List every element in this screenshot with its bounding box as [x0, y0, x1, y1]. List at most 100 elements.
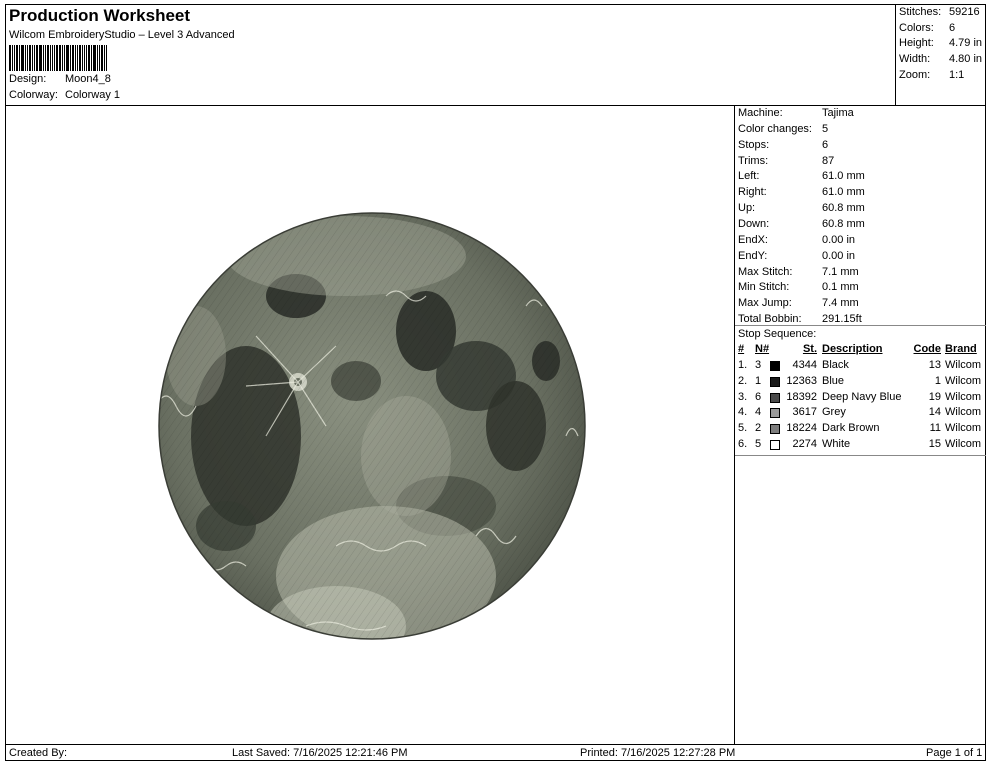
machine-info-label: Machine: [738, 107, 783, 119]
color-swatch-icon [770, 376, 780, 387]
machine-info-value: Tajima [822, 107, 854, 119]
machine-info-row: Color changes: 5 [738, 123, 828, 135]
row-description: Blue [822, 374, 845, 387]
machine-info-panel: Machine: Tajima Color changes: 5 Stops: 6 Trim… [734, 106, 986, 744]
machine-info-row: Trims: 87 [738, 155, 834, 167]
machine-info-label: Max Jump: [738, 297, 792, 310]
machine-info-row: Left: 61.0 mm [738, 170, 865, 182]
summary-label: Zoom: [899, 68, 931, 81]
summary-value: 4.80 in [949, 53, 983, 66]
design-preview-area [6, 106, 734, 744]
row-stitches: 2274 [792, 438, 817, 450]
summary-label: Width: [899, 53, 931, 66]
machine-info-label: Left: [738, 170, 760, 183]
machine-info-value: 291.15ft [822, 313, 862, 326]
summary-value: 59216 [949, 6, 980, 18]
row-index: 1. [738, 359, 748, 371]
row-code: 14 [928, 406, 941, 419]
last-saved: Last Saved: 7/16/2025 12:21:46 PM [232, 747, 408, 759]
machine-info-row: EndX: 0.00 in [738, 234, 855, 246]
machine-info-label: Max Stitch: [738, 265, 793, 278]
row-description: White [822, 438, 851, 450]
row-code: 19 [928, 390, 941, 403]
stop-sequence-row: 6. 5 2274 White 15 Wilcom [735, 438, 986, 454]
machine-info-label: Up: [738, 202, 756, 215]
row-description: Black [822, 359, 849, 371]
machine-info-label: Right: [738, 186, 767, 199]
row-brand: Wilcom [945, 390, 982, 403]
row-index: 3. [738, 390, 748, 403]
machine-info-row: Right: 61.0 mm [738, 186, 865, 198]
machine-info-value: 0.00 in [822, 249, 856, 262]
row-code: 1 [934, 374, 941, 387]
design-summary: Stitches: 59216 Colors: 6 Height: 4.79 in Widt… [895, 5, 986, 105]
row-description: Grey [822, 406, 846, 419]
machine-info-label: EndY: [738, 249, 768, 262]
stop-sequence-row: 3. 6 18392 Deep Navy Blue 19 Wilcom [735, 391, 986, 407]
machine-info-row: Machine: Tajima [738, 107, 854, 119]
stop-sequence-title: Stop Sequence: [738, 328, 817, 340]
row-index: 4. [738, 406, 748, 419]
row-needle: 3 [755, 359, 762, 371]
moon-features [159, 213, 585, 639]
barcode-icon [9, 45, 129, 71]
machine-info-value: 7.4 mm [822, 297, 859, 310]
machine-info-value: 5 [822, 122, 829, 135]
machine-info-value: 60.8 mm [822, 217, 865, 230]
row-brand: Wilcom [945, 438, 982, 450]
summary-value: 1:1 [949, 68, 965, 81]
row-brand: Wilcom [945, 422, 982, 435]
printed-date: Printed: 7/16/2025 12:27:28 PM [580, 747, 736, 759]
machine-info-row: Max Jump: 7.4 mm [738, 297, 859, 309]
stop-sequence-header: # N# St. Description Code Brand [735, 343, 986, 359]
software-name: Wilcom EmbroideryStudio – Level 3 Advanc… [9, 29, 235, 41]
machine-info-label: EndX: [738, 233, 768, 246]
machine-info-value: 6 [822, 138, 829, 151]
summary-row: Zoom: 1:1 [899, 69, 964, 81]
machine-info-label: Total Bobbin: [738, 313, 802, 326]
page-title: Production Worksheet [9, 6, 191, 25]
design-row: Design: Moon4_8 [9, 73, 111, 85]
summary-row: Colors: 6 [899, 22, 955, 34]
stop-sequence-divider [735, 325, 986, 326]
colorway-label: Colorway: [9, 89, 58, 101]
row-stitches: 3617 [792, 406, 817, 419]
machine-info-row: Min Stitch: 0.1 mm [738, 281, 859, 293]
machine-info-value: 0.1 mm [822, 281, 859, 294]
created-by: Created By: [9, 747, 68, 759]
machine-info-label: Color changes: [738, 122, 812, 135]
stop-sequence-row: 5. 2 18224 Dark Brown 11 Wilcom [735, 422, 986, 438]
machine-info-row: Total Bobbin: 291.15ft [738, 313, 862, 325]
col-header-code: Code [913, 343, 942, 355]
row-code: 13 [928, 359, 941, 371]
stop-sequence-row: 1. 3 4344 Black 13 Wilcom [735, 359, 986, 375]
col-header-description: Description [822, 343, 883, 355]
row-index: 2. [738, 374, 748, 387]
color-swatch-icon [770, 424, 780, 435]
row-index: 6. [738, 438, 748, 450]
stop-sequence-bottom-rule [735, 455, 986, 456]
row-brand: Wilcom [945, 406, 982, 419]
summary-label: Colors: [899, 21, 934, 34]
machine-info-value: 61.0 mm [822, 186, 865, 199]
row-needle: 5 [755, 438, 762, 450]
color-swatch-icon [770, 392, 780, 403]
machine-info-row: Max Stitch: 7.1 mm [738, 266, 859, 278]
machine-info-row: Down: 60.8 mm [738, 218, 865, 230]
worksheet-footer: Created By: Last Saved: 7/16/2025 12:21:… [6, 744, 985, 760]
design-value: Moon4_8 [65, 73, 111, 85]
row-description: Dark Brown [822, 422, 880, 435]
worksheet-header: Production Worksheet Wilcom EmbroiderySt… [6, 5, 895, 105]
row-stitches: 4344 [792, 359, 817, 371]
col-header-stitches: St. [802, 343, 817, 355]
design-label: Design: [9, 73, 47, 85]
row-index: 5. [738, 422, 748, 435]
machine-info-value: 61.0 mm [822, 170, 865, 183]
colorway-row: Colorway: Colorway 1 [9, 89, 120, 101]
row-needle: 4 [755, 406, 762, 419]
color-swatch-icon [770, 440, 780, 450]
machine-info-row: Up: 60.8 mm [738, 202, 865, 214]
machine-info-value: 0.00 in [822, 233, 856, 246]
summary-row: Width: 4.80 in [899, 53, 982, 65]
row-needle: 2 [755, 422, 762, 435]
